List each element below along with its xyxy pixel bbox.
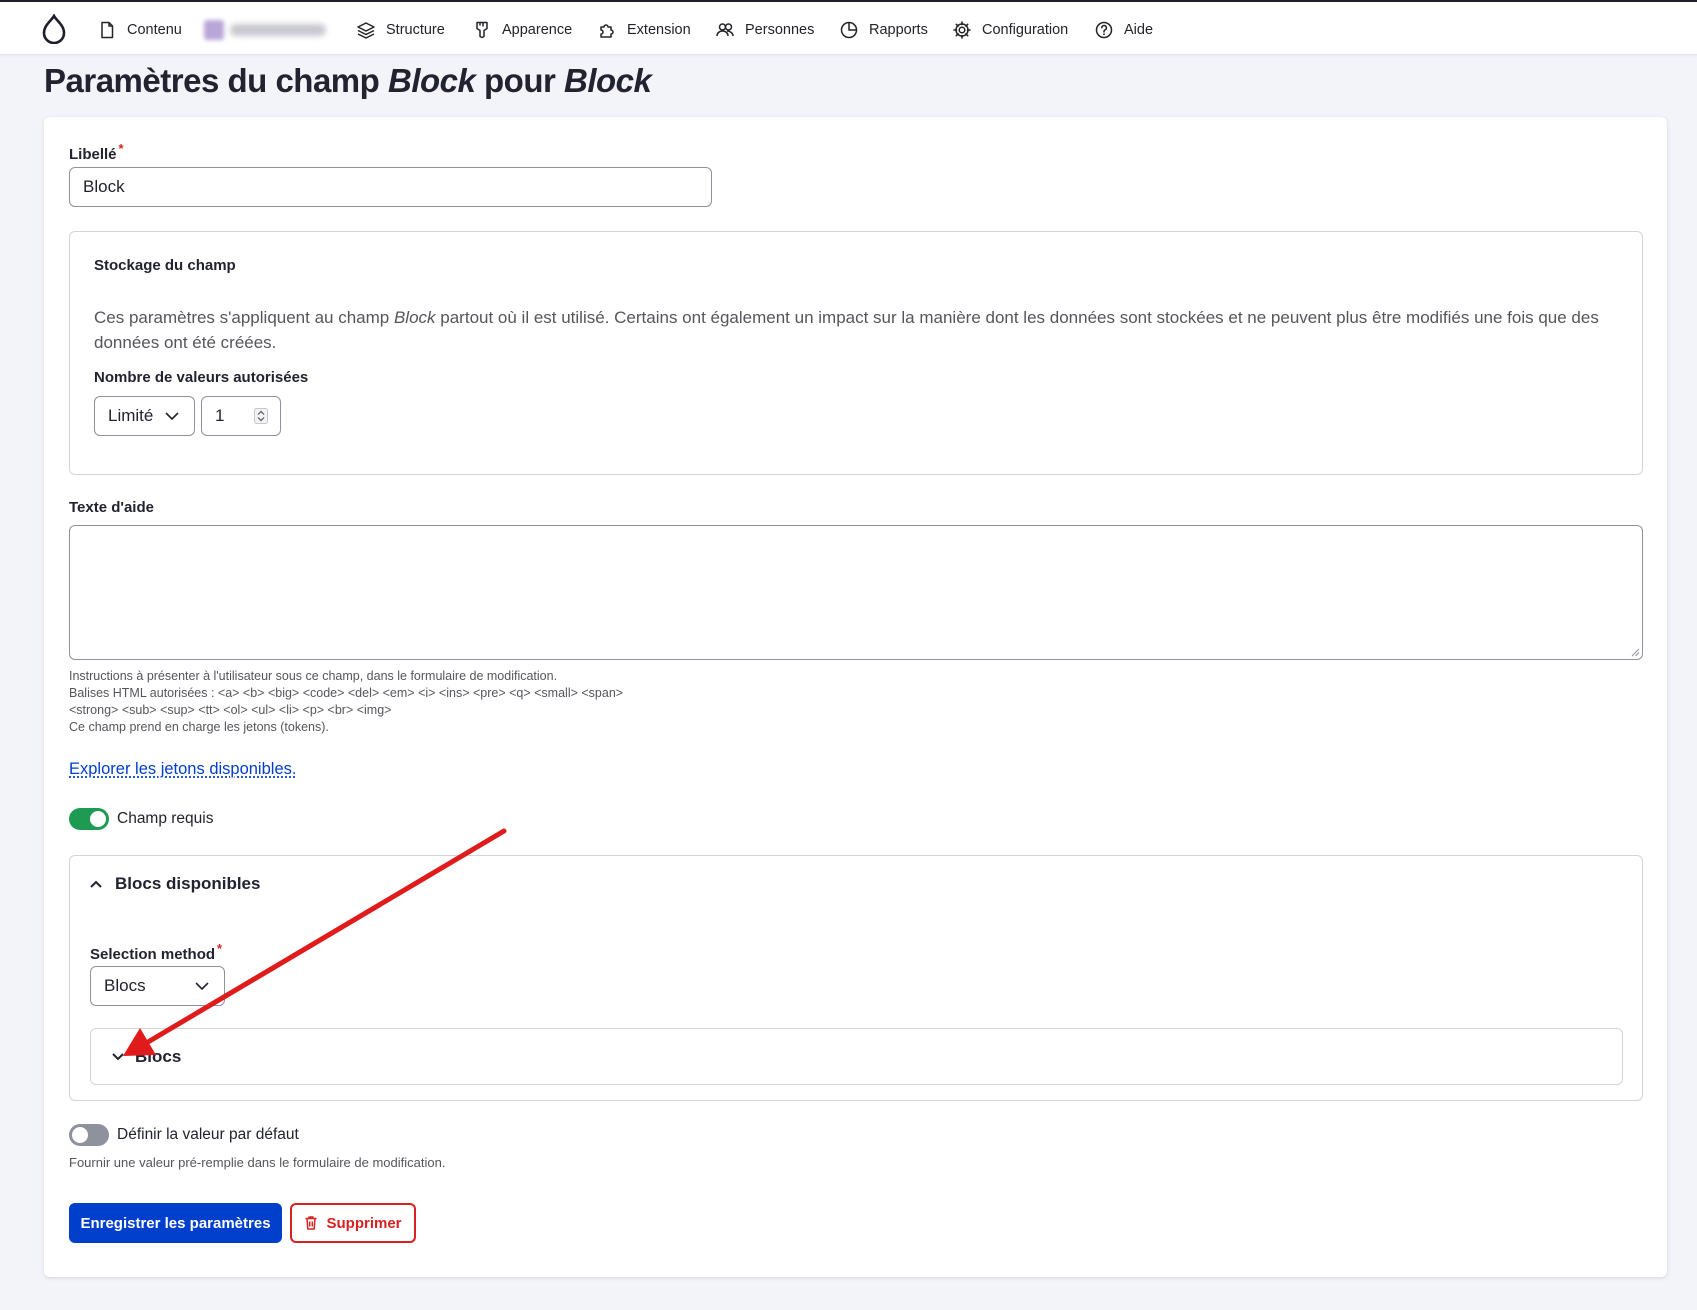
help-text-description: Instructions à présenter à l'utilisateur… [69,668,623,736]
nav-item-structure[interactable]: Structure [356,18,445,42]
nav-label: Aide [1124,22,1154,38]
nav-label: Contenu [127,22,182,38]
blocks-details-title: Blocs [135,1047,182,1066]
storage-description: Ces paramètres s'appliquent au champ Blo… [94,305,1614,355]
storage-desc-field: Block [393,308,436,327]
title-prefix: Paramètres du champ [44,62,388,99]
pie-chart-icon [840,21,858,39]
help-desc-line: Balises HTML autorisées : <a> <b> <big> … [69,686,624,700]
help-desc-line: Instructions à présenter à l'utilisateur… [69,669,558,683]
nav-label: Configuration [982,22,1069,38]
storage-desc-part: Ces paramètres s'appliquent au champ [94,308,394,327]
nav-label: Apparence [502,22,573,38]
title-bundle-name: Block [564,62,652,99]
gear-icon [953,21,971,39]
page-title: Paramètres du champ Block pour Block [44,62,652,100]
drupal-logo-icon[interactable] [40,14,68,44]
required-toggle[interactable] [69,808,109,830]
nav-item-blurred[interactable] [204,19,328,41]
storage-title: Stockage du champ [94,257,236,274]
label-input-value: Block [83,177,125,196]
nav-item-configuration[interactable]: Configuration [952,18,1068,42]
delete-button-label: Supprimer [326,1214,402,1232]
document-icon [101,21,114,39]
help-icon [1095,21,1113,39]
layers-icon [357,22,375,39]
label-title: Libellé [69,146,117,163]
blocks-settings-details: Blocs disponibles Selection method * Bloc… [69,855,1643,1101]
nav-item-apparence[interactable]: Apparence [472,18,572,42]
label-input[interactable]: Block [69,167,712,207]
default-value-description: Fournir une valeur pré-remplie dans le f… [69,1155,446,1170]
selection-method-value: Blocs [104,976,146,995]
save-settings-button[interactable]: Enregistrer les paramètres [69,1203,282,1243]
cardinality-select[interactable]: Limité [94,396,195,436]
admin-toolbar: Contenu Structure Apparence Extension Pe… [0,0,1697,55]
selection-method-label: Selection method * [90,941,222,963]
title-field-name: Block [387,62,476,99]
required-toggle-label: Champ requis [117,810,214,827]
required-marker: * [118,141,124,156]
delete-button[interactable]: Supprimer [290,1203,416,1243]
default-value-toggle[interactable] [69,1124,109,1146]
help-text-textarea[interactable] [69,525,1643,660]
storage-fieldset: Stockage du champ Ces paramètres s'appli… [69,231,1643,475]
selection-method-title: Selection method [90,946,216,963]
nav-label: Rapports [869,22,928,38]
label-field-label: Libellé * [69,141,124,163]
nav-label: Extension [627,22,691,38]
nav-item-personnes[interactable]: Personnes [715,18,814,42]
toggle-knob [72,1127,88,1143]
help-text-label: Texte d'aide [69,499,154,516]
nav-item-rapports[interactable]: Rapports [839,18,928,42]
chevron-down-icon [165,412,179,421]
help-desc-line: <strong> <sub> <sup> <tt> <ol> <ul> <li>… [69,703,392,717]
brush-icon [476,21,488,39]
blocks-details: Blocs [90,1028,1623,1085]
blocks-settings-summary[interactable]: Blocs disponibles [89,874,260,894]
nav-item-contenu[interactable]: Contenu [97,18,182,42]
people-icon [716,23,734,37]
chevron-down-icon [195,982,209,991]
nav-label: Structure [386,22,445,38]
cardinality-number-value: 1 [215,406,225,425]
puzzle-icon [600,24,614,38]
nav-label: Personnes [745,22,815,38]
title-mid: pour [475,62,565,99]
blocks-settings-title: Blocs disponibles [115,874,261,893]
cardinality-label: Nombre de valeurs autorisées [94,369,309,386]
required-marker: * [217,941,223,956]
blocks-details-summary[interactable]: Blocs [111,1047,181,1067]
cardinality-select-value: Limité [108,406,154,425]
cardinality-number-input[interactable]: 1 [201,396,281,436]
browse-tokens-link[interactable]: Explorer les jetons disponibles. [69,760,296,779]
selection-method-select[interactable]: Blocs [90,966,225,1006]
resize-handle-icon[interactable] [1630,647,1640,657]
toggle-knob [90,811,106,827]
default-value-toggle-label: Définir la valeur par défaut [117,1126,299,1143]
chevron-up-icon [90,880,102,888]
trash-icon [305,1216,317,1230]
help-desc-line: Ce champ prend en charge les jetons (tok… [69,720,329,734]
chevron-down-icon [112,1053,124,1061]
form-card: Libellé * Block Stockage du champ Ces par… [44,117,1667,1277]
nav-item-aide[interactable]: Aide [1094,18,1153,42]
nav-item-extension[interactable]: Extension [597,18,691,42]
spinner-icon[interactable] [254,408,268,424]
